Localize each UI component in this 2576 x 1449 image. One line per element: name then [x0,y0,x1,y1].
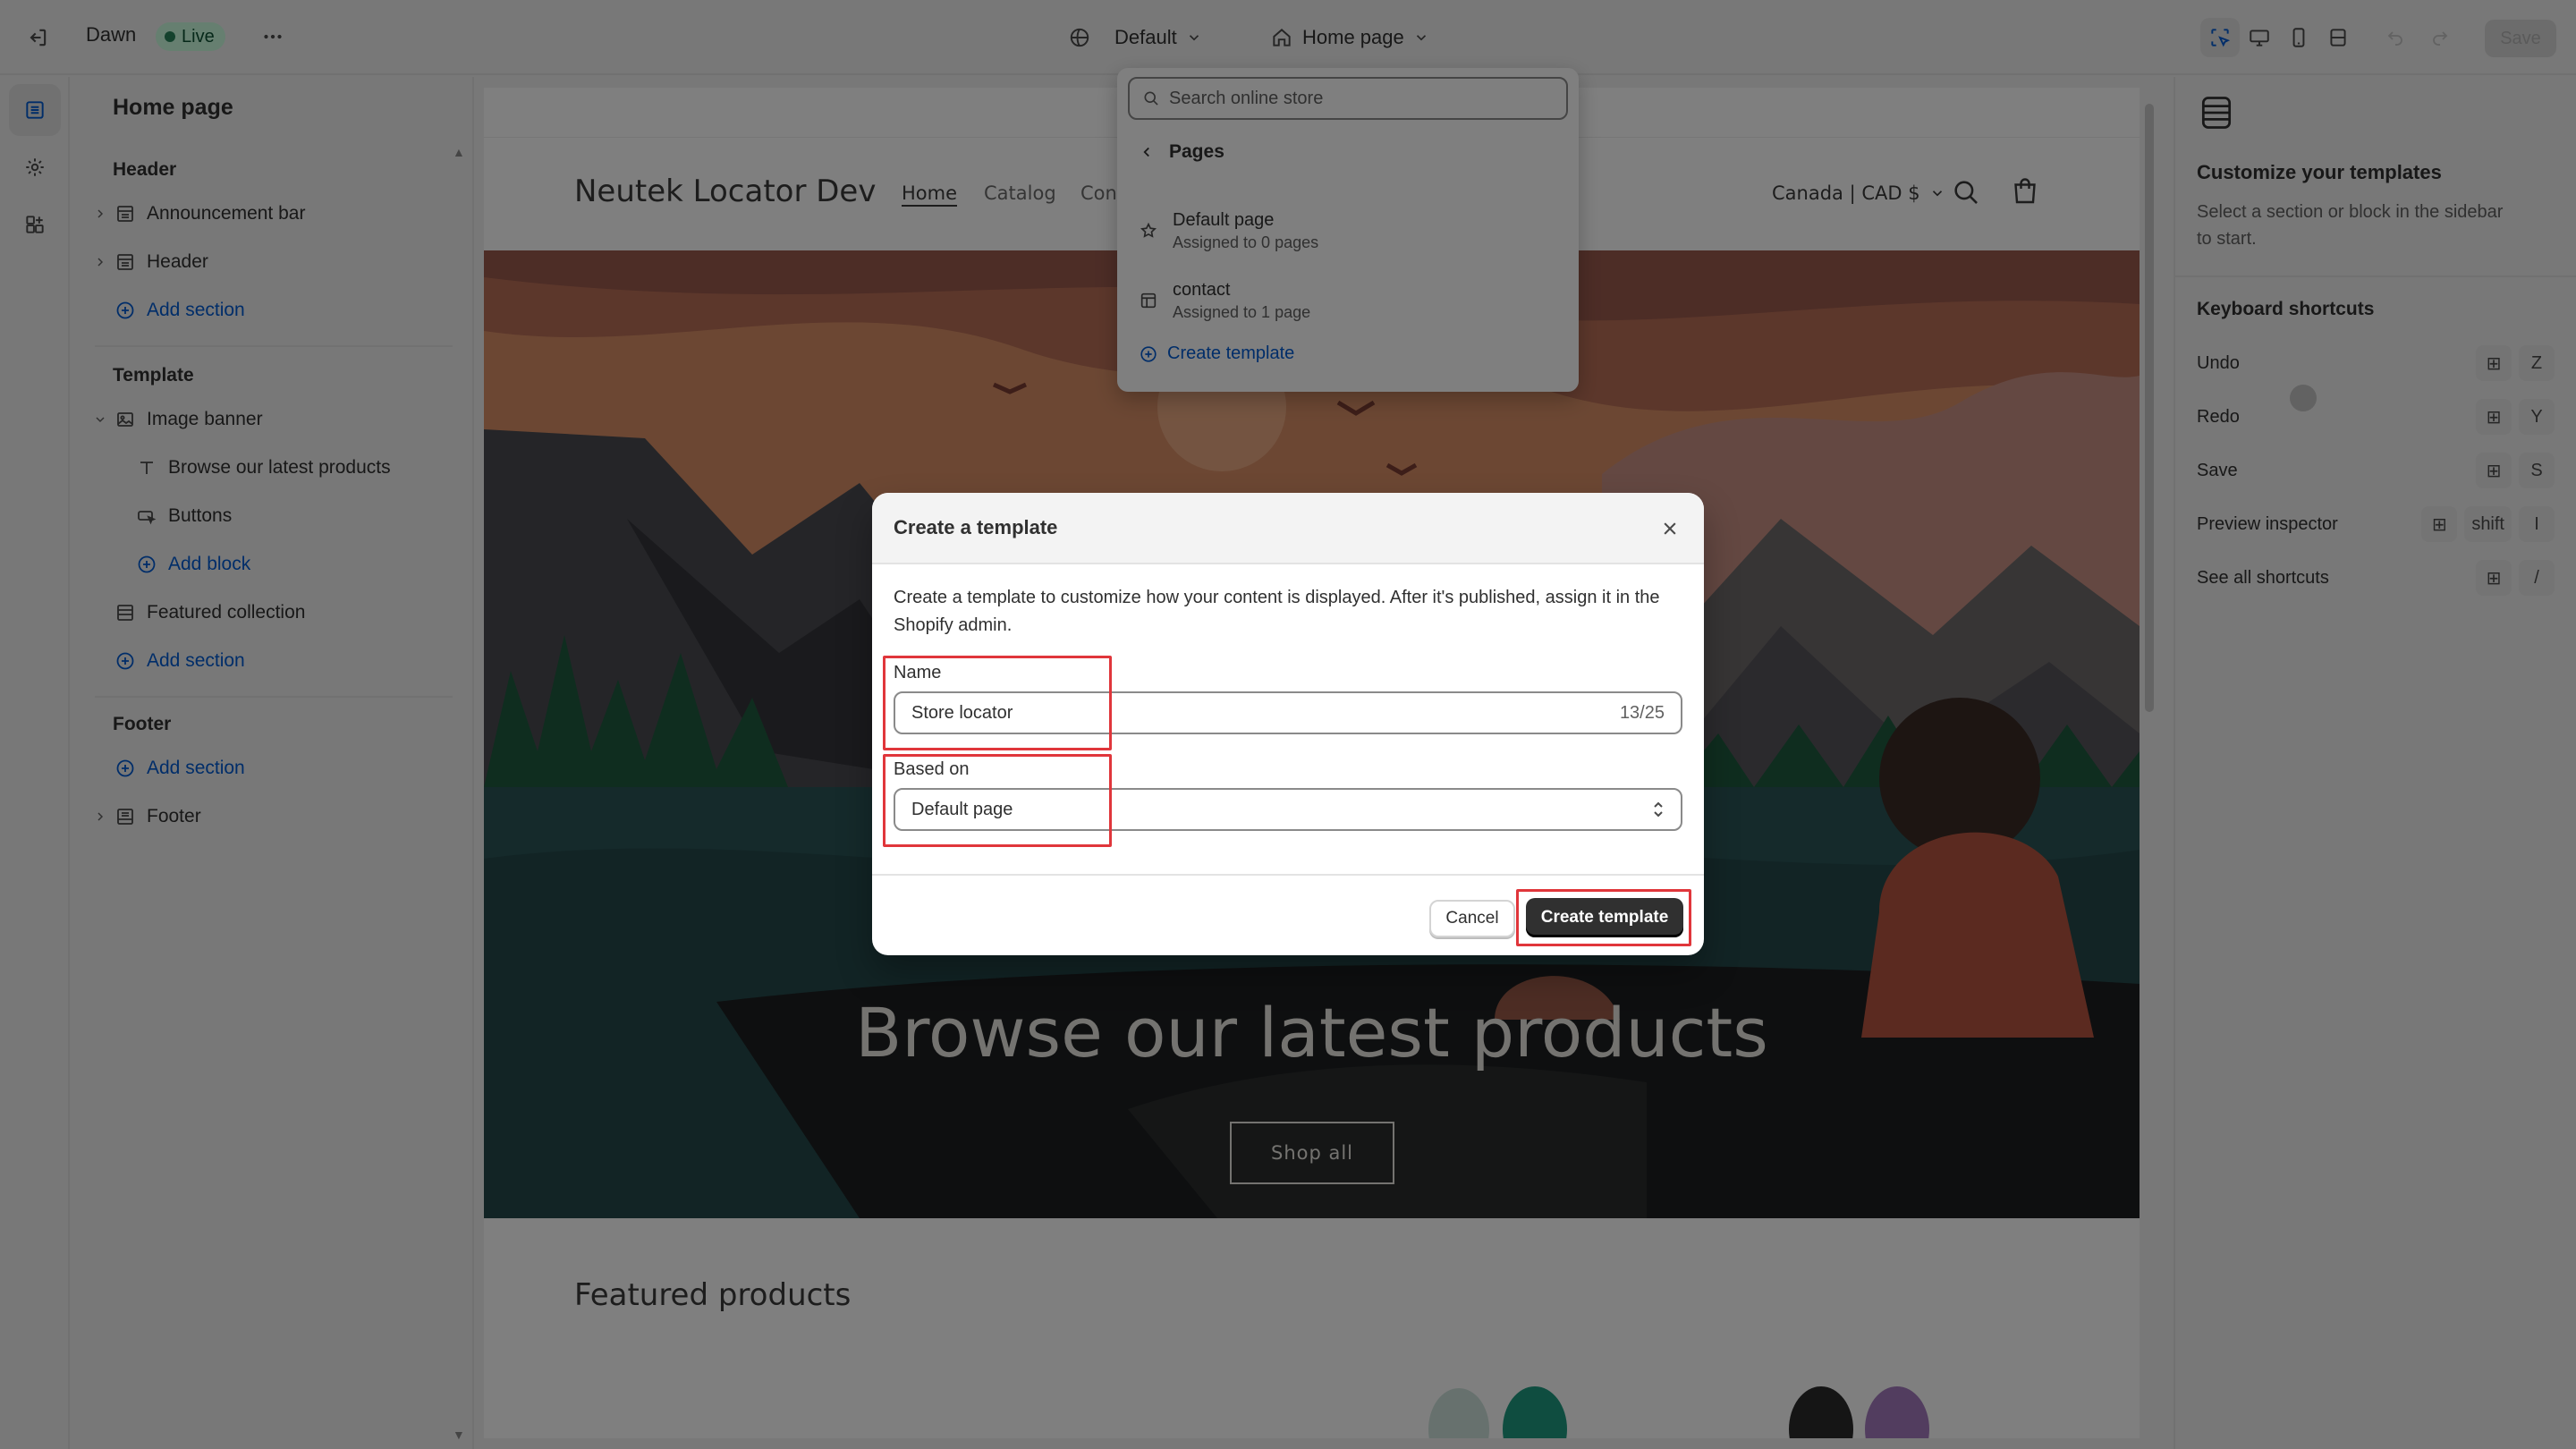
mouse-cursor [2290,385,2317,411]
highlight-based-on-field [883,754,1112,847]
modal-description: Create a template to customize how your … [894,588,1660,635]
highlight-name-field [883,656,1112,750]
character-count: 13/25 [1619,702,1665,723]
select-arrows-icon [1650,800,1666,819]
cancel-button[interactable]: Cancel [1429,900,1515,937]
modal-title: Create a template [894,516,1058,538]
highlight-create-button [1516,889,1691,946]
modal-header: Create a template [872,493,1704,564]
close-icon[interactable] [1657,516,1682,541]
modal-footer-divider [872,874,1704,876]
